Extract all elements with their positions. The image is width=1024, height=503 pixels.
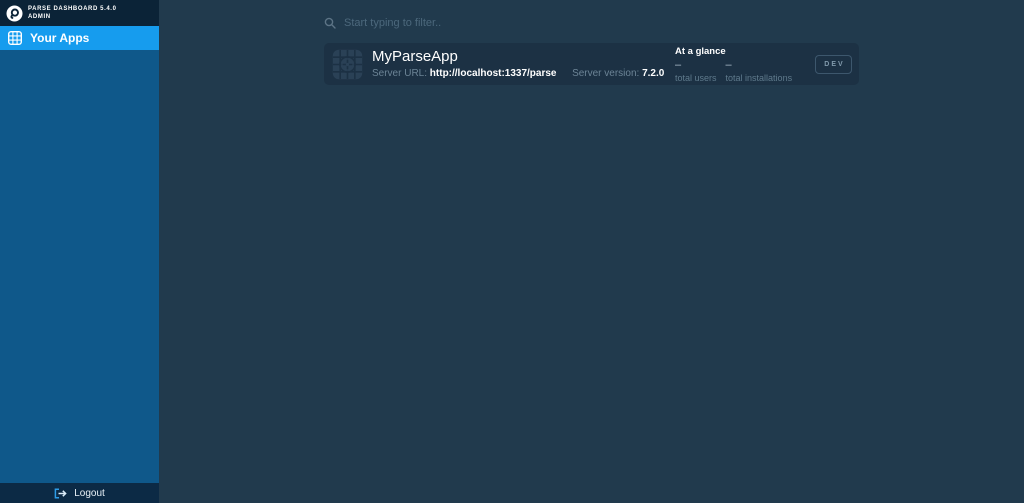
- stat-value: –: [675, 58, 682, 71]
- main-area: MyParseApp Server URL: http://localhost:…: [159, 0, 1024, 503]
- stat-label: total users: [675, 72, 717, 83]
- apps-container: MyParseApp Server URL: http://localhost:…: [324, 0, 859, 85]
- brand-line1: PARSE DASHBOARD 5.4.0: [28, 6, 117, 12]
- filter-apps-input[interactable]: [344, 16, 859, 29]
- logout-icon: [54, 487, 68, 499]
- apps-grid-icon: [8, 31, 22, 45]
- stat-total-users: – total users: [675, 58, 717, 83]
- stat-total-installations: – total installations: [725, 58, 793, 83]
- search-icon: [324, 17, 336, 29]
- brand-line2: ADMIN: [28, 14, 51, 20]
- server-version-label: Server version:: [572, 68, 640, 79]
- logout-button[interactable]: Logout: [0, 483, 159, 503]
- at-a-glance-section: At a glance – total users – total instal…: [675, 45, 792, 83]
- sidebar-item-label: Your Apps: [30, 31, 90, 45]
- server-version-value: 7.2.0: [642, 68, 665, 79]
- glance-stats: – total users – total installations: [675, 58, 792, 83]
- brand-text: PARSE DASHBOARD 5.4.0 ADMIN: [28, 5, 117, 21]
- dev-env-button[interactable]: DEV: [815, 54, 852, 74]
- stat-label: total installations: [725, 72, 793, 83]
- sidebar-item-your-apps[interactable]: Your Apps: [0, 26, 159, 50]
- parse-logo-icon: [6, 5, 23, 22]
- app-info: MyParseApp Server URL: http://localhost:…: [372, 48, 664, 80]
- app-name: MyParseApp: [372, 48, 458, 65]
- app-blueprint-icon: [332, 49, 363, 80]
- filter-bar: [324, 15, 859, 30]
- stat-value: –: [725, 58, 732, 71]
- app-card[interactable]: MyParseApp Server URL: http://localhost:…: [324, 43, 859, 85]
- app-server-meta: Server URL: http://localhost:1337/parse …: [372, 68, 664, 79]
- server-url-label: Server URL:: [372, 68, 428, 79]
- logout-label: Logout: [74, 487, 105, 499]
- sidebar-header: PARSE DASHBOARD 5.4.0 ADMIN: [0, 0, 159, 26]
- glance-title: At a glance: [675, 45, 726, 57]
- server-url-value: http://localhost:1337/parse: [429, 68, 557, 79]
- sidebar: PARSE DASHBOARD 5.4.0 ADMIN Your Apps Lo…: [0, 0, 159, 503]
